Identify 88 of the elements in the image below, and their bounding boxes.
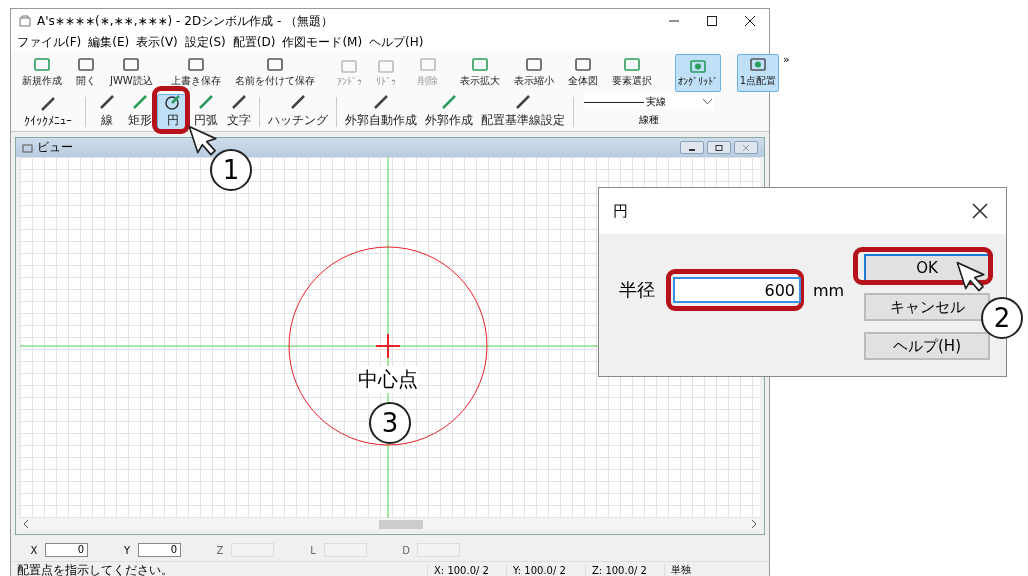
maximize-icon[interactable]	[707, 16, 717, 26]
toolbar-button[interactable]: 文字	[223, 94, 254, 130]
line-type-label: 線種	[639, 113, 659, 127]
close-icon[interactable]	[972, 203, 988, 219]
dialog-button[interactable]: キャンセル	[864, 293, 990, 321]
coordinate-label: L	[309, 544, 317, 556]
radius-input[interactable]: 600	[673, 277, 801, 303]
toolbar-button[interactable]: 線	[91, 94, 122, 130]
diagonal-line-icon	[98, 95, 115, 110]
toolbar-button[interactable]: 矩形	[124, 94, 155, 130]
toolbar-button[interactable]: ハッチング	[265, 94, 331, 130]
menu-item[interactable]: 編集(E)	[88, 33, 130, 51]
status-message: 配置点を指示してください。	[16, 561, 174, 576]
toolbar-button[interactable]: JWW読込	[107, 54, 156, 92]
diagonal-line-icon	[40, 96, 56, 112]
menu-item[interactable]: 配置(D)	[232, 33, 276, 51]
square-icon	[377, 59, 394, 73]
diagonal-line-icon	[515, 95, 531, 110]
view-icon	[22, 142, 33, 153]
square-icon	[187, 58, 204, 71]
toolbar-button[interactable]: 名前を付けて保存	[231, 54, 318, 92]
center-point-label: 中心点	[358, 366, 418, 393]
step-number-badge: 2	[981, 297, 1023, 339]
step-number-badge: 3	[369, 402, 411, 444]
window-title: A's∗∗∗∗(∗,∗∗,∗∗∗) - 2Dシンボル作成 - （無題）	[37, 12, 335, 30]
menu-item[interactable]: 表示(V)	[136, 33, 178, 51]
square-icon	[34, 58, 50, 71]
diagonal-line-icon	[230, 95, 247, 110]
toolbar-button[interactable]: 要素選択	[608, 54, 655, 92]
coordinate-label: X	[29, 544, 39, 556]
horizontal-scrollbar[interactable]	[20, 518, 760, 530]
square-icon	[574, 58, 591, 71]
status-cell: X: 100.0/ 2	[427, 564, 506, 576]
app-icon	[19, 15, 31, 27]
menu-item[interactable]: ファイル(F)	[17, 33, 82, 51]
square-icon	[525, 58, 542, 71]
restore-icon	[715, 144, 723, 151]
radius-label: 半径	[619, 278, 655, 302]
status-cell: Y: 100.0/ 2	[506, 564, 585, 576]
toolbar-button[interactable]: 新規作成	[19, 54, 65, 92]
unit-label: mm	[813, 280, 845, 300]
square-icon	[419, 58, 436, 71]
toolbar-button[interactable]: 表示縮小	[510, 54, 557, 92]
menu-item[interactable]: 作図モード(M)	[282, 33, 363, 51]
diagonal-line-icon	[197, 95, 214, 110]
diagonal-line-icon	[373, 95, 389, 110]
restore-button[interactable]	[707, 141, 731, 154]
square-icon	[471, 58, 488, 71]
scroll-thumb[interactable]	[379, 519, 423, 529]
close-icon	[742, 144, 750, 151]
toolbar-button[interactable]: 上書き保存	[167, 54, 224, 92]
diagonal-line-icon	[290, 95, 306, 110]
chevron-down-icon[interactable]	[703, 99, 712, 105]
menu-item[interactable]: 設定(S)	[184, 33, 226, 51]
toolbar-button[interactable]: 外郭作成	[422, 94, 476, 130]
square-icon	[78, 58, 94, 71]
status-cell: 単独	[664, 563, 743, 576]
coordinate-field[interactable]: 0	[45, 543, 88, 557]
square-icon	[123, 58, 140, 71]
toolbar-button[interactable]: ｵﾝｸﾞﾘｯﾄﾞ	[674, 54, 721, 92]
toolbar-button[interactable]: 1点配置	[736, 54, 780, 92]
status-cell: Z: 100.0/ 2	[585, 564, 664, 576]
menu-item[interactable]: ヘルプ(H)	[369, 33, 424, 51]
close-icon[interactable]	[745, 16, 755, 26]
dialog-button[interactable]: ヘルプ(H)	[864, 332, 990, 360]
overflow-chevron[interactable]: »	[783, 53, 794, 93]
square-icon	[341, 59, 358, 73]
toolbar-button[interactable]: 全体図	[564, 54, 601, 92]
center-cross-icon	[375, 333, 401, 359]
toolbar-button[interactable]: 開く	[73, 54, 99, 92]
line-type-dropdown[interactable]: 実線	[584, 95, 714, 109]
toolbar-button[interactable]: 配置基準線設定	[478, 94, 568, 130]
toolbar-button[interactable]: 表示拡大	[456, 54, 503, 92]
square-icon	[623, 58, 640, 71]
dialog-title: 円	[613, 201, 628, 221]
view-title: ビュー	[37, 139, 73, 156]
coordinate-label: Z	[215, 544, 225, 556]
coordinate-label: Y	[122, 544, 132, 556]
minimize-button[interactable]	[680, 141, 704, 154]
circle-pen-icon	[164, 95, 181, 110]
diagonal-line-icon	[131, 95, 148, 110]
square-icon	[266, 58, 283, 71]
coordinate-field[interactable]: 0	[138, 543, 181, 557]
toolbar-button[interactable]: ｸｲｯｸﾒﾆｭｰ	[16, 94, 80, 130]
coordinate-label: D	[401, 544, 411, 556]
highlight-frame	[152, 86, 190, 134]
diagonal-line-icon	[441, 95, 457, 110]
toolbar-button[interactable]: 外郭自動作成	[342, 94, 420, 130]
